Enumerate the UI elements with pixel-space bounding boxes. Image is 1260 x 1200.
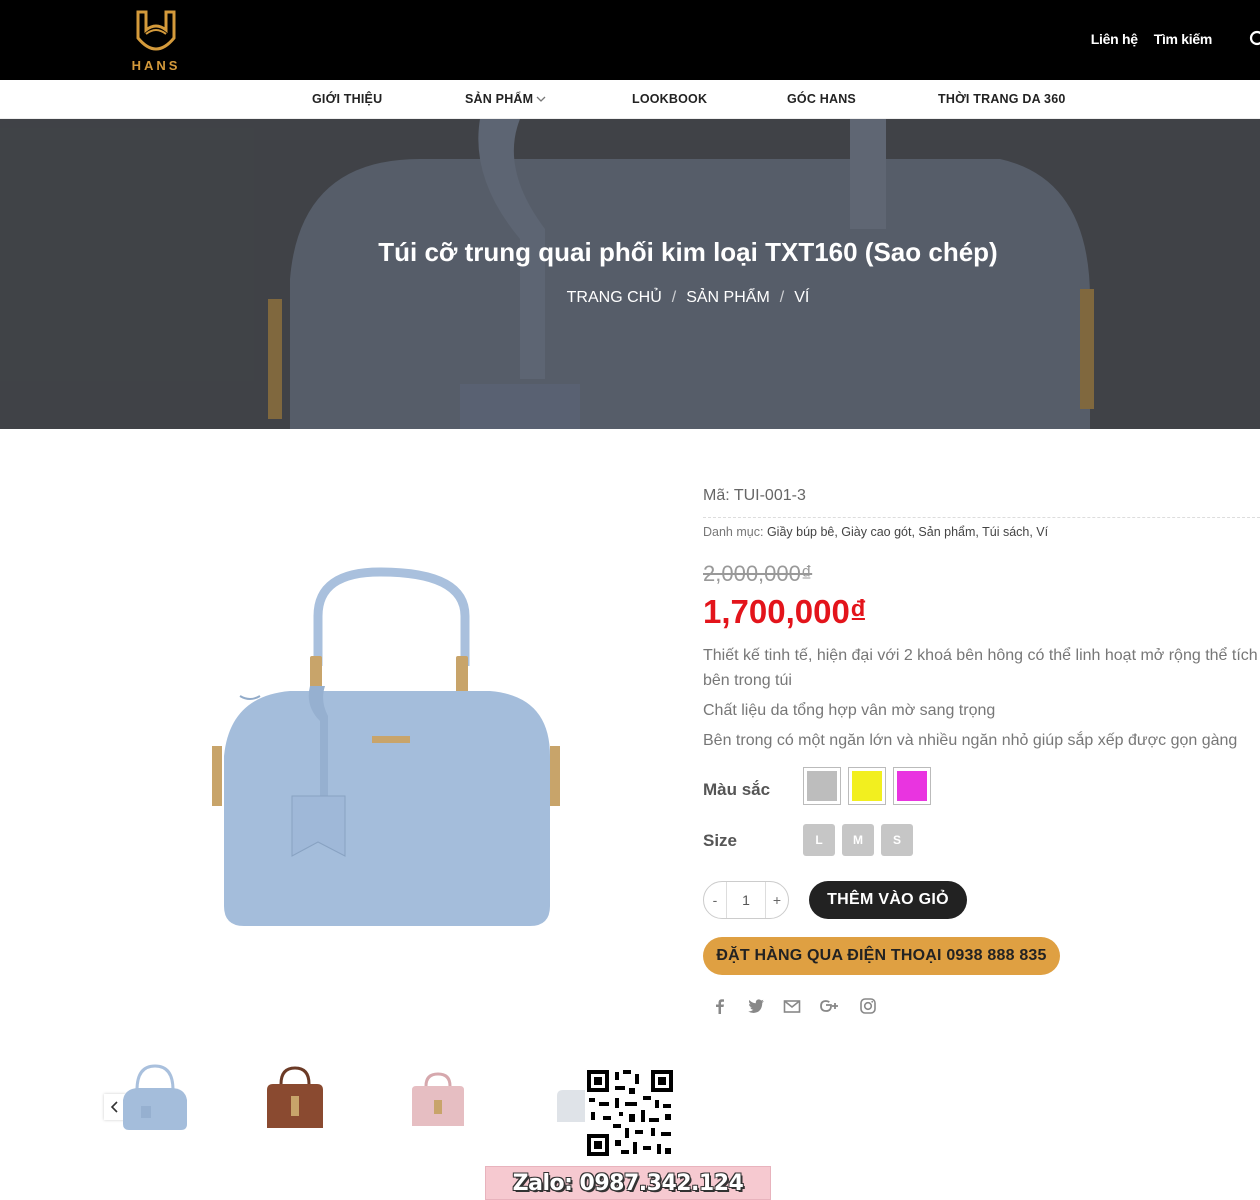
color-swatch-magenta[interactable] — [893, 767, 931, 805]
swatch-fill — [807, 771, 837, 801]
divider — [703, 517, 1260, 518]
categories-label: Danh mục: — [703, 525, 764, 539]
search-icon[interactable] — [1248, 30, 1260, 48]
zalo-phone-text: Zalo: 0987.342.124 — [512, 1170, 744, 1196]
page-banner: Túi cỡ trung quai phối kim loại TXT160 (… — [0, 119, 1260, 429]
main-nav: GIỚI THIỆU SẢN PHẨM LOOKBOOK GÓC HANS TH… — [0, 80, 1260, 119]
thumbnail-grey-bag[interactable] — [545, 1060, 585, 1140]
header-links: Liên hệ Tìm kiếm — [1091, 31, 1213, 47]
facebook-icon[interactable] — [711, 997, 729, 1015]
nav-label: GIỚI THIỆU — [312, 92, 383, 106]
color-label: Màu sắc — [703, 780, 771, 799]
size-option-l[interactable]: L — [803, 824, 835, 856]
add-to-cart-button[interactable]: THÊM VÀO GIỎ — [809, 881, 967, 919]
google-plus-icon[interactable] — [819, 997, 841, 1015]
product-sku: Mã: TUI-001-3 — [703, 487, 806, 504]
nav-item-goc-hans[interactable]: GÓC HANS — [787, 92, 856, 106]
size-option-m[interactable]: M — [842, 824, 874, 856]
site-header: HANS Liên hệ Tìm kiếm — [0, 0, 1260, 80]
size-option-s[interactable]: S — [881, 824, 913, 856]
product-description: Thiết kế tinh tế, hiện đại với 2 khoá bê… — [703, 643, 1260, 758]
breadcrumb-home[interactable]: TRANG CHỦ — [567, 289, 662, 307]
logo-text: HANS — [131, 58, 181, 73]
product-categories: Danh mục: Giầy búp bê, Giày cao gót, Sản… — [703, 525, 1048, 539]
quantity-stepper: - 1 + — [703, 881, 789, 919]
nav-label: SẢN PHẨM — [465, 92, 534, 106]
zalo-contact-banner[interactable]: Zalo: 0987.342.124 — [485, 1166, 771, 1200]
product-info: Mã: TUI-001-3 Danh mục: Giầy búp bê, Già… — [703, 487, 1260, 1014]
nav-label: LOOKBOOK — [632, 92, 708, 106]
thumbnail-blue-bag[interactable] — [115, 1060, 195, 1140]
qr-code-image — [585, 1068, 675, 1158]
quantity-minus-button[interactable]: - — [704, 892, 726, 908]
hans-logo-icon — [136, 10, 176, 51]
nav-item-lookbook[interactable]: LOOKBOOK — [632, 92, 707, 106]
swatch-fill — [897, 771, 927, 801]
thumbnail-pink-bag[interactable] — [398, 1060, 478, 1140]
description-line: Bên trong có một ngăn lớn và nhiều ngăn … — [703, 732, 1238, 749]
nav-item-thoi-trang-da-360[interactable]: THỜI TRANG DA 360 — [938, 92, 1066, 106]
nav-item-gioi-thieu[interactable]: GIỚI THIỆU — [312, 92, 382, 106]
search-link[interactable]: Tìm kiếm — [1154, 31, 1213, 47]
color-swatch-yellow[interactable] — [848, 767, 886, 805]
email-icon[interactable] — [783, 997, 801, 1015]
thumbnail-brown-bag[interactable] — [255, 1060, 335, 1140]
size-label: Size — [703, 831, 738, 850]
chevron-down-icon — [536, 96, 546, 102]
banner-overlay — [0, 119, 1260, 429]
category-links[interactable]: Giầy búp bê, Giày cao gót, Sản phẩm, Túi… — [767, 525, 1048, 539]
nav-label: GÓC HANS — [787, 92, 856, 106]
sale-price: 1,700,000₫ — [703, 593, 867, 630]
quantity-input[interactable]: 1 — [726, 882, 766, 918]
contact-link[interactable]: Liên hệ — [1091, 31, 1138, 47]
breadcrumb-vi[interactable]: VÍ — [794, 289, 809, 307]
old-price: 2,000,000₫ — [703, 561, 813, 586]
color-swatch-grey[interactable] — [803, 767, 841, 805]
nav-item-san-pham[interactable]: SẢN PHẨM — [465, 92, 546, 106]
site-logo[interactable]: HANS — [128, 8, 188, 74]
swatch-fill — [852, 771, 882, 801]
order-by-phone-button[interactable]: ĐẶT HÀNG QUA ĐIỆN THOẠI 0938 888 835 — [703, 937, 1060, 975]
quantity-plus-button[interactable]: + — [766, 892, 788, 908]
twitter-icon[interactable] — [747, 997, 765, 1015]
breadcrumb-separator: / — [671, 289, 677, 306]
breadcrumb-products[interactable]: SẢN PHẨM — [686, 289, 770, 307]
share-icons — [711, 997, 877, 1015]
product-main-image[interactable] — [200, 556, 570, 946]
description-line: Chất liệu da tổng hợp vân mờ sang trọng — [703, 702, 996, 719]
instagram-icon[interactable] — [859, 997, 877, 1015]
breadcrumb-separator: / — [779, 289, 785, 306]
page-title: Túi cỡ trung quai phối kim loại TXT160 (… — [378, 237, 998, 267]
nav-label: THỜI TRANG DA 360 — [938, 92, 1066, 106]
description-line: Thiết kế tinh tế, hiện đại với 2 khoá bê… — [703, 647, 1258, 689]
breadcrumb: TRANG CHỦ / SẢN PHẨM / VÍ — [0, 289, 1260, 307]
